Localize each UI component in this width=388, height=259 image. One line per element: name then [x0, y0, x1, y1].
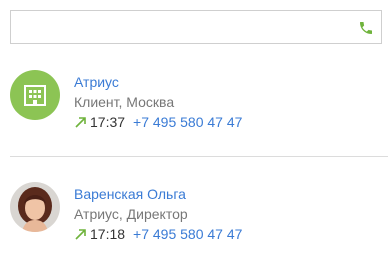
- contact-name[interactable]: Варенская Ольга: [74, 184, 242, 204]
- call-time: 17:18: [90, 226, 126, 242]
- person-photo: [10, 182, 60, 232]
- last-call: 17:18 +7 495 580 47 47: [74, 224, 242, 244]
- phone-number-link[interactable]: +7 495 580 47 47: [133, 112, 242, 132]
- search-input[interactable]: [11, 11, 351, 43]
- divider: [10, 156, 388, 157]
- contact-name[interactable]: Атриус: [74, 72, 242, 92]
- last-call: 17:37 +7 495 580 47 47: [74, 112, 242, 132]
- contact-subtitle: Атриус, Директор: [74, 206, 188, 222]
- contact-item[interactable]: Варенская Ольга Атриус, Директор 17:18 +…: [10, 182, 380, 246]
- phone-search-field[interactable]: [10, 10, 382, 44]
- outgoing-arrow-icon: [75, 117, 86, 128]
- phone-icon: [360, 22, 372, 34]
- avatar: [10, 182, 60, 232]
- contact-subtitle: Клиент, Москва: [74, 94, 175, 110]
- avatar: [10, 70, 60, 120]
- call-time: 17:37: [90, 114, 126, 130]
- call-button[interactable]: [355, 17, 377, 39]
- phone-number-link[interactable]: +7 495 580 47 47: [133, 224, 242, 244]
- building-icon: [24, 85, 46, 106]
- outgoing-arrow-icon: [75, 229, 86, 240]
- contact-item[interactable]: Атриус Клиент, Москва 17:37 +7 495 580 4…: [10, 70, 380, 134]
